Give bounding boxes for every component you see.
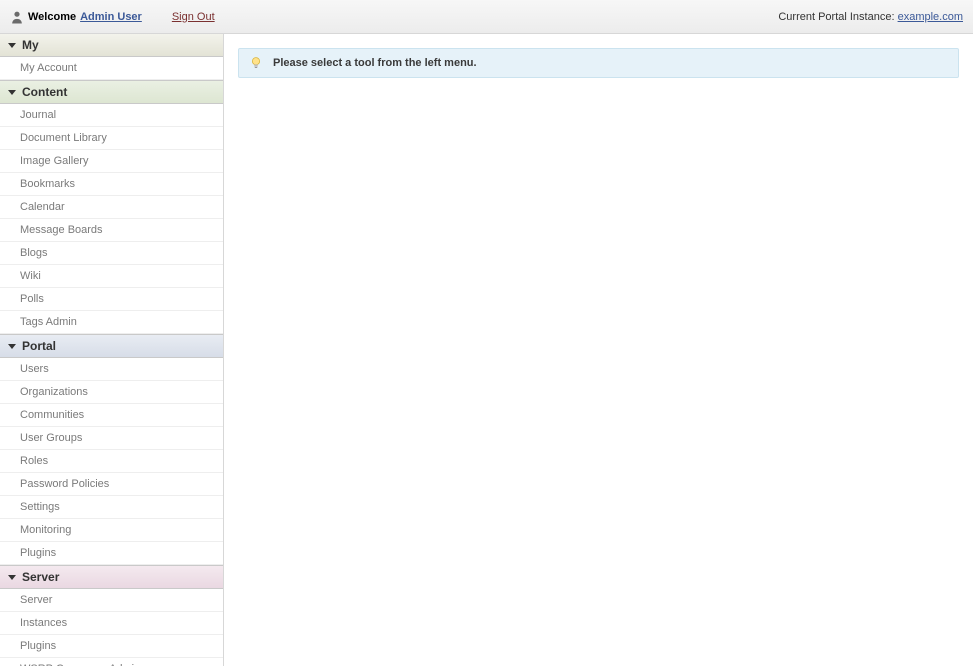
nav-item-plugins[interactable]: Plugins: [0, 542, 223, 565]
nav-item-settings[interactable]: Settings: [0, 496, 223, 519]
chevron-down-icon: [8, 43, 16, 48]
section-header-my[interactable]: My: [0, 34, 223, 57]
welcome-label: Welcome: [28, 11, 76, 23]
nav-item-bookmarks[interactable]: Bookmarks: [0, 173, 223, 196]
nav-item-organizations[interactable]: Organizations: [0, 381, 223, 404]
nav-item-server[interactable]: Server: [0, 589, 223, 612]
info-message: Please select a tool from the left menu.: [273, 57, 477, 69]
nav-item-password-policies[interactable]: Password Policies: [0, 473, 223, 496]
section-header-portal[interactable]: Portal: [0, 334, 223, 358]
section-items: My Account: [0, 57, 223, 80]
sidebar: My My Account Content JournalDocument Libra…: [0, 34, 224, 666]
section-title: My: [22, 38, 39, 52]
instance-link[interactable]: example.com: [898, 11, 963, 23]
nav-item-my-account[interactable]: My Account: [0, 57, 223, 80]
chevron-down-icon: [8, 344, 16, 349]
nav-item-roles[interactable]: Roles: [0, 450, 223, 473]
section-header-server[interactable]: Server: [0, 565, 223, 589]
nav-item-document-library[interactable]: Document Library: [0, 127, 223, 150]
nav-item-polls[interactable]: Polls: [0, 288, 223, 311]
lightbulb-icon: [249, 56, 263, 70]
nav-item-plugins[interactable]: Plugins: [0, 635, 223, 658]
topbar-left: Welcome Admin User Sign Out: [10, 10, 215, 24]
nav-item-communities[interactable]: Communities: [0, 404, 223, 427]
sign-out-link[interactable]: Sign Out: [172, 11, 215, 23]
nav-item-instances[interactable]: Instances: [0, 612, 223, 635]
nav-item-journal[interactable]: Journal: [0, 104, 223, 127]
nav-item-message-boards[interactable]: Message Boards: [0, 219, 223, 242]
chevron-down-icon: [8, 575, 16, 580]
section-items: JournalDocument LibraryImage GalleryBook…: [0, 104, 223, 334]
chevron-down-icon: [8, 90, 16, 95]
main-content: Please select a tool from the left menu.: [224, 34, 973, 666]
section-items: UsersOrganizationsCommunitiesUser Groups…: [0, 358, 223, 565]
nav-item-blogs[interactable]: Blogs: [0, 242, 223, 265]
top-bar: Welcome Admin User Sign Out Current Port…: [0, 0, 973, 34]
section-items: ServerInstancesPluginsWSRP Consumer Admi…: [0, 589, 223, 666]
section-title: Content: [22, 85, 67, 99]
nav-item-calendar[interactable]: Calendar: [0, 196, 223, 219]
topbar-right: Current Portal Instance: example.com: [778, 11, 963, 23]
nav-item-wsrp-consumer-admin[interactable]: WSRP Consumer Admin: [0, 658, 223, 666]
nav-item-users[interactable]: Users: [0, 358, 223, 381]
user-link[interactable]: Admin User: [80, 11, 142, 23]
instance-label: Current Portal Instance:: [778, 11, 894, 23]
nav-item-user-groups[interactable]: User Groups: [0, 427, 223, 450]
nav-item-image-gallery[interactable]: Image Gallery: [0, 150, 223, 173]
info-box: Please select a tool from the left menu.: [238, 48, 959, 78]
nav-item-monitoring[interactable]: Monitoring: [0, 519, 223, 542]
user-icon: [10, 10, 24, 24]
nav-item-wiki[interactable]: Wiki: [0, 265, 223, 288]
section-title: Portal: [22, 339, 56, 353]
section-title: Server: [22, 570, 59, 584]
section-header-content[interactable]: Content: [0, 80, 223, 104]
nav-item-tags-admin[interactable]: Tags Admin: [0, 311, 223, 334]
